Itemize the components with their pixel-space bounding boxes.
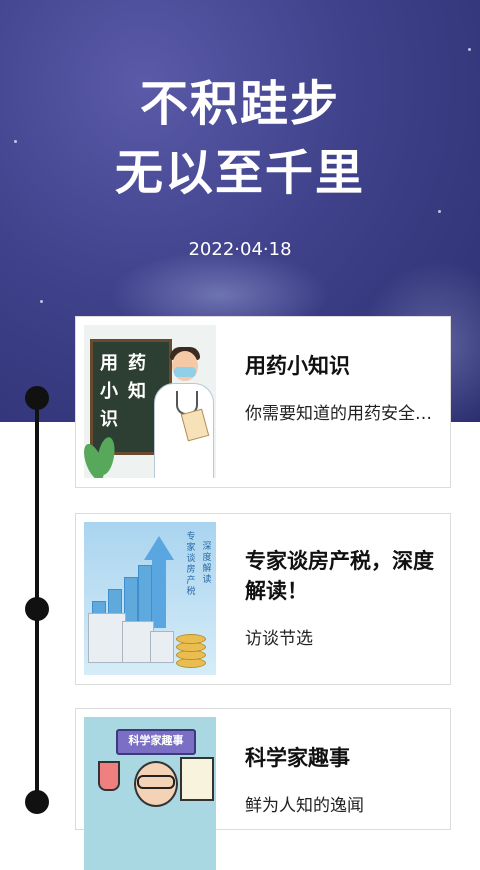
thumbnail-char: 药: [128, 353, 146, 374]
mask-icon: [174, 367, 196, 377]
card-subtitle: 访谈节选: [245, 629, 313, 649]
arrow-up-icon: [152, 558, 166, 628]
page-title-line-1: 不积跬步: [139, 76, 340, 132]
whiteboard-illustration: [180, 757, 214, 801]
thumbnail-char: 小: [100, 381, 118, 402]
timeline-dot: [25, 790, 49, 814]
card-title: 用药小知识: [245, 354, 350, 378]
thumbnail-vertical-text: 专家谈房产税: [186, 532, 196, 597]
flask-icon: [98, 761, 120, 791]
thumbnail-char: 用: [100, 353, 118, 374]
card-subtitle: 你需要知道的用药安全常识: [245, 404, 435, 424]
timeline-dot: [25, 386, 49, 410]
card-thumbnail: 用 药 小 知 识: [84, 325, 216, 478]
article-card-property-tax[interactable]: 专家谈房产税 深度解读 专家谈房产税，深度解读！ 访谈节选: [75, 513, 451, 685]
building-illustration: [88, 613, 126, 663]
thumbnail-char: 知: [128, 381, 146, 402]
thumbnail-banner-text: 科学家趣事: [128, 734, 184, 747]
article-card-scientists[interactable]: 科学家趣事 科学家趣事 鲜为人知的逸闻: [75, 708, 451, 870]
date-label: 2022·04·18: [188, 239, 292, 260]
thumbnail-char: 识: [100, 409, 118, 430]
timeline-dot: [25, 597, 49, 621]
star-decoration: [468, 48, 471, 51]
article-card-medicine[interactable]: 用 药 小 知 识 用药小知识 你需要知道的用药安全常识: [75, 316, 451, 488]
star-decoration: [438, 210, 441, 213]
card-thumbnail: 科学家趣事: [84, 717, 216, 870]
card-thumbnail: 专家谈房产税 深度解读: [84, 522, 216, 675]
thumbnail-vertical-text: 深度解读: [202, 542, 212, 585]
card-title: 专家谈房产税，深度解读！: [245, 549, 434, 603]
card-title: 科学家趣事: [245, 746, 350, 770]
glasses-icon: [137, 775, 175, 789]
building-illustration: [150, 631, 174, 663]
page-title-line-2: 无以至千里: [114, 145, 365, 201]
card-subtitle: 鲜为人知的逸闻: [245, 796, 364, 816]
coin-icon: [176, 634, 206, 644]
arrow-up-icon: [144, 536, 174, 560]
star-decoration: [40, 300, 43, 303]
